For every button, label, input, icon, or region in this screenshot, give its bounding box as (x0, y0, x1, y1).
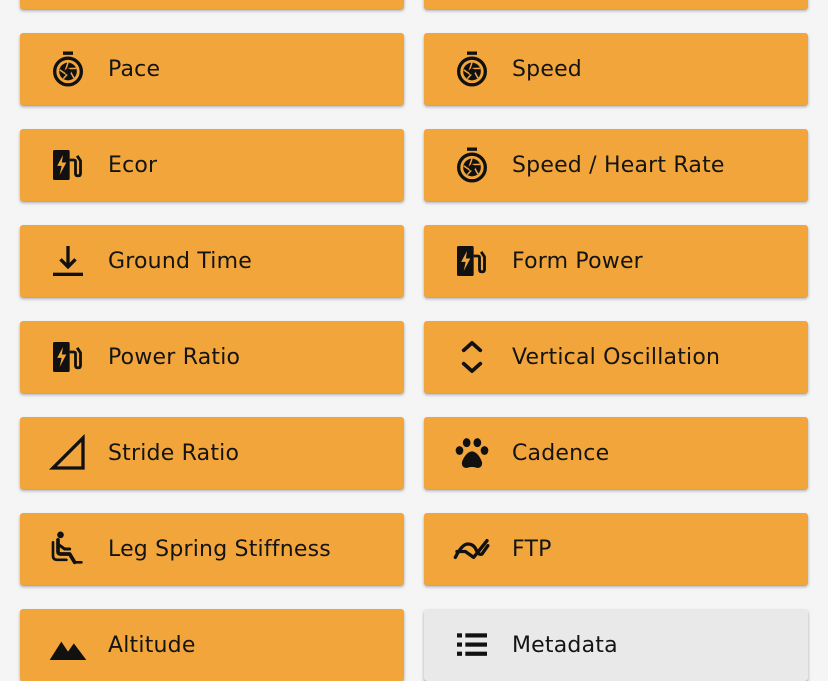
ev-station-icon (48, 145, 88, 185)
ftp-label: FTP (512, 537, 552, 562)
mountains-icon (48, 625, 88, 665)
stride-ratio-label: Stride Ratio (108, 441, 239, 466)
metrics-grid: Pace Speed Ecor Speed / Heart Rate Groun… (0, 0, 828, 660)
trending-icon (452, 529, 492, 569)
metadata-label: Metadata (512, 633, 618, 658)
altitude-label: Altitude (108, 633, 196, 658)
list-icon (452, 625, 492, 665)
vertical-oscillation-button[interactable]: Vertical Oscillation (424, 321, 808, 393)
metadata-button[interactable]: Metadata (424, 609, 808, 681)
form-power-label: Form Power (512, 249, 643, 274)
ground-time-label: Ground Time (108, 249, 252, 274)
speed-heart-rate-button[interactable]: Speed / Heart Rate (424, 129, 808, 201)
power-ratio-label: Power Ratio (108, 345, 240, 370)
triangle-icon (48, 433, 88, 473)
cadence-label: Cadence (512, 441, 609, 466)
ev-station-icon (452, 241, 492, 281)
ev-station-icon (48, 337, 88, 377)
ground-time-button[interactable]: Ground Time (20, 225, 404, 297)
form-power-button[interactable]: Form Power (424, 225, 808, 297)
speed-label: Speed (512, 57, 582, 82)
speed-heart-rate-label: Speed / Heart Rate (512, 153, 725, 178)
stride-ratio-button[interactable]: Stride Ratio (20, 417, 404, 489)
seated-person-icon (48, 529, 88, 569)
vertical-oscillation-label: Vertical Oscillation (512, 345, 720, 370)
pace-label: Pace (108, 57, 160, 82)
leg-spring-stiffness-label: Leg Spring Stiffness (108, 537, 331, 562)
pace-button[interactable]: Pace (20, 33, 404, 105)
stopwatch-icon (452, 145, 492, 185)
vertical-align-bottom-icon (48, 241, 88, 281)
ftp-button[interactable]: FTP (424, 513, 808, 585)
stopwatch-icon (48, 49, 88, 89)
speed-button[interactable]: Speed (424, 33, 808, 105)
ecor-label: Ecor (108, 153, 157, 178)
metric-card-partial-right[interactable] (424, 0, 808, 9)
cadence-button[interactable]: Cadence (424, 417, 808, 489)
altitude-button[interactable]: Altitude (20, 609, 404, 681)
leg-spring-stiffness-button[interactable]: Leg Spring Stiffness (20, 513, 404, 585)
power-ratio-button[interactable]: Power Ratio (20, 321, 404, 393)
metric-card-partial-left[interactable] (20, 0, 404, 9)
paw-icon (452, 433, 492, 473)
unfold-icon (452, 337, 492, 377)
stopwatch-icon (452, 49, 492, 89)
ecor-button[interactable]: Ecor (20, 129, 404, 201)
